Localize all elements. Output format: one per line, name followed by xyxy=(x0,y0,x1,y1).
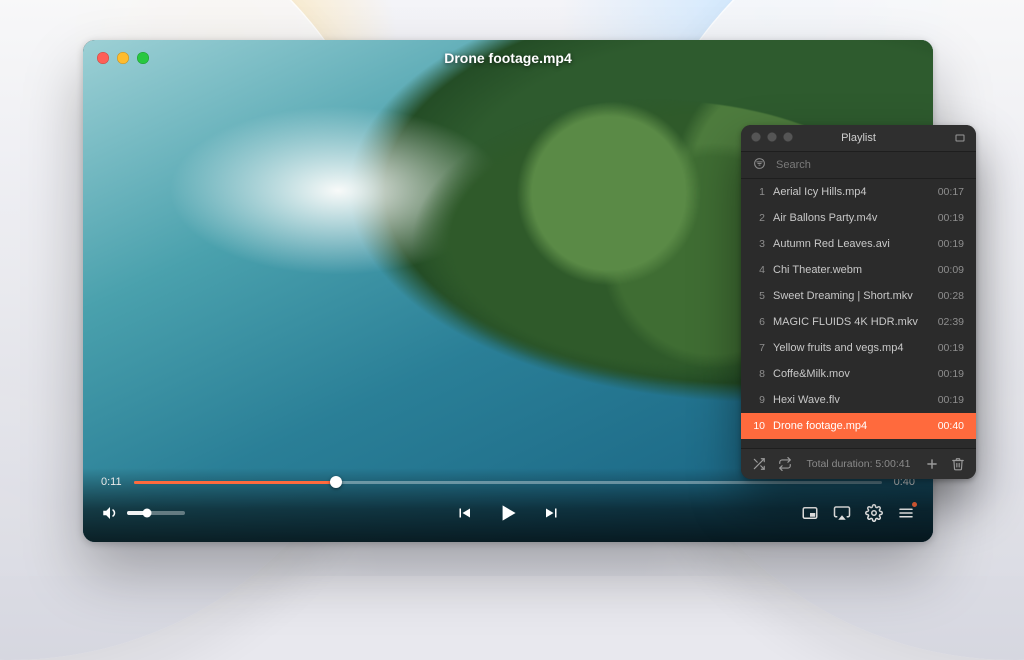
playlist-item-duration: 02:39 xyxy=(938,316,964,328)
playlist-item[interactable]: 5 Sweet Dreaming | Short.mkv 00:28 xyxy=(741,283,976,309)
playlist-item-name: Sweet Dreaming | Short.mkv xyxy=(773,290,930,302)
playlist-item[interactable]: 8 Coffe&Milk.mov 00:19 xyxy=(741,361,976,387)
playlist-item[interactable]: 6 MAGIC FLUIDS 4K HDR.mkv 02:39 xyxy=(741,309,976,335)
playlist-item-index: 3 xyxy=(749,238,765,250)
playlist-item-name: Aerial Icy Hills.mp4 xyxy=(773,186,930,198)
playlist-item-duration: 00:19 xyxy=(938,394,964,406)
next-track-button[interactable] xyxy=(543,504,561,522)
playlist-item-name: MAGIC FLUIDS 4K HDR.mkv xyxy=(773,316,930,328)
elapsed-time: 0:11 xyxy=(101,476,122,488)
volume-thumb[interactable] xyxy=(143,509,152,518)
volume-control[interactable] xyxy=(101,504,185,522)
playlist-item-index: 1 xyxy=(749,186,765,198)
playlist-header: Playlist xyxy=(741,125,976,152)
play-button[interactable] xyxy=(495,500,521,526)
playlist-search xyxy=(741,152,976,179)
seek-progress xyxy=(134,481,336,484)
playlist-item-name: Chi Theater.webm xyxy=(773,264,930,276)
player-controls: 0:11 0:40 xyxy=(83,468,933,542)
playlist-item[interactable]: 2 Air Ballons Party.m4v 00:19 xyxy=(741,205,976,231)
playlist-zoom-button[interactable] xyxy=(783,132,793,142)
playlist-list: 1 Aerial Icy Hills.mp4 00:17 2 Air Ballons P… xyxy=(741,179,976,448)
playlist-item[interactable]: 1 Aerial Icy Hills.mp4 00:17 xyxy=(741,179,976,205)
playlist-panel: Playlist 1 Aerial Icy Hills.mp4 00:17 2 Air … xyxy=(741,125,976,479)
playlist-item-duration: 00:19 xyxy=(938,212,964,224)
playlist-item[interactable]: 7 Yellow fruits and vegs.mp4 00:19 xyxy=(741,335,976,361)
playlist-traffic-lights xyxy=(751,132,793,142)
playlist-item-duration: 00:40 xyxy=(938,420,964,432)
seek-thumb[interactable] xyxy=(330,476,342,488)
filter-icon xyxy=(753,157,766,173)
playlist-item-name: Autumn Red Leaves.avi xyxy=(773,238,930,250)
delete-from-playlist-button[interactable] xyxy=(951,457,965,471)
airplay-button[interactable] xyxy=(833,504,851,522)
volume-slider[interactable] xyxy=(127,511,185,515)
playlist-item-index: 2 xyxy=(749,212,765,224)
playlist-footer: Total duration: 5:00:41 xyxy=(741,448,976,479)
buttons-row xyxy=(101,498,915,528)
playlist-item[interactable]: 10 Drone footage.mp4 00:40 xyxy=(741,413,976,439)
playlist-item-name: Drone footage.mp4 xyxy=(773,420,930,432)
repeat-button[interactable] xyxy=(778,457,792,471)
playlist-item-index: 5 xyxy=(749,290,765,302)
playlist-item-name: Coffe&Milk.mov xyxy=(773,368,930,380)
playlist-item-index: 9 xyxy=(749,394,765,406)
playlist-item[interactable]: 3 Autumn Red Leaves.avi 00:19 xyxy=(741,231,976,257)
playlist-item-name: Hexi Wave.flv xyxy=(773,394,930,406)
playlist-item[interactable]: 9 Hexi Wave.flv 00:19 xyxy=(741,387,976,413)
shuffle-button[interactable] xyxy=(752,457,766,471)
playlist-minimize-button[interactable] xyxy=(767,132,777,142)
add-to-playlist-button[interactable] xyxy=(925,457,939,471)
playlist-item-duration: 00:28 xyxy=(938,290,964,302)
playlist-item[interactable]: 4 Chi Theater.webm 00:09 xyxy=(741,257,976,283)
playlist-item-index: 7 xyxy=(749,342,765,354)
playlist-item-duration: 00:19 xyxy=(938,238,964,250)
playlist-item-duration: 00:19 xyxy=(938,368,964,380)
playlist-item-name: Air Ballons Party.m4v xyxy=(773,212,930,224)
volume-icon[interactable] xyxy=(101,504,119,522)
window-title: Drone footage.mp4 xyxy=(83,50,933,66)
playlist-title: Playlist xyxy=(841,132,876,144)
playlist-item-index: 10 xyxy=(749,420,765,432)
previous-track-button[interactable] xyxy=(455,504,473,522)
playlist-expand-button[interactable] xyxy=(954,132,966,147)
playlist-search-input[interactable] xyxy=(774,158,964,172)
playlist-item-duration: 00:17 xyxy=(938,186,964,198)
playlist-item-index: 6 xyxy=(749,316,765,328)
playlist-active-badge xyxy=(912,502,917,507)
playlist-item-duration: 00:19 xyxy=(938,342,964,354)
playlist-item-name: Yellow fruits and vegs.mp4 xyxy=(773,342,930,354)
playlist-toggle-button[interactable] xyxy=(897,504,915,522)
playlist-item-duration: 00:09 xyxy=(938,264,964,276)
playlist-total-duration: Total duration: 5:00:41 xyxy=(804,458,913,470)
playlist-item-index: 8 xyxy=(749,368,765,380)
picture-in-picture-button[interactable] xyxy=(801,504,819,522)
settings-button[interactable] xyxy=(865,504,883,522)
playlist-close-button[interactable] xyxy=(751,132,761,142)
playlist-item-index: 4 xyxy=(749,264,765,276)
